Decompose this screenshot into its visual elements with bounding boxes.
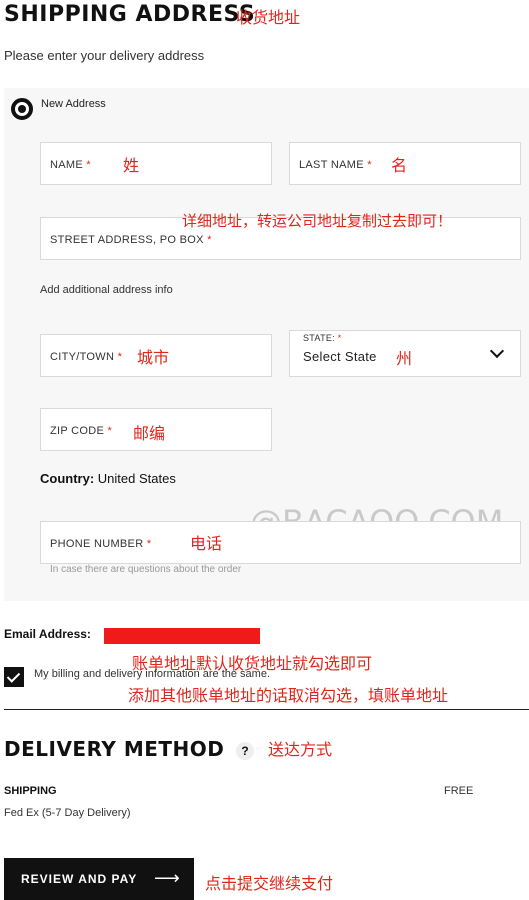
- phone-hint: In case there are questions about the or…: [50, 564, 242, 575]
- review-annotation: 点击提交继续支付: [205, 874, 334, 893]
- street-annotation: 详细地址，转运公司地址复制过去即可！: [182, 212, 453, 230]
- zip-annotation: 邮编: [133, 424, 166, 443]
- email-redaction: [104, 628, 260, 644]
- billing-same-checkbox[interactable]: [4, 667, 24, 687]
- phone-number-label: PHONE NUMBER *: [50, 538, 152, 550]
- country-value: United States: [97, 471, 176, 486]
- name-annotation: 姓: [123, 156, 140, 175]
- shipping-label: SHIPPING: [4, 785, 57, 797]
- country-row: Country: United States: [40, 471, 176, 486]
- section-divider: [4, 709, 529, 710]
- arrow-right-icon: ⟶: [154, 868, 181, 888]
- review-and-pay-label: REVIEW AND PAY: [21, 872, 138, 886]
- billing-annotation-2: 添加其他账单地址的话取消勾选，填账单地址: [128, 686, 449, 705]
- shipping-method: Fed Ex (5-7 Day Delivery): [4, 807, 131, 819]
- country-label: Country:: [40, 471, 95, 486]
- city-field[interactable]: CITY/TOWN * 城市: [40, 334, 272, 377]
- title-annotation: 收货地址: [236, 8, 301, 27]
- new-address-label: New Address: [41, 98, 106, 110]
- zip-code-label: ZIP CODE *: [50, 425, 113, 437]
- chevron-down-icon: [489, 343, 505, 359]
- phone-annotation: 电话: [190, 534, 223, 553]
- delivery-annotation: 送达方式: [268, 740, 333, 759]
- zip-code-field[interactable]: ZIP CODE * 邮编: [40, 408, 272, 451]
- billing-same-label: My billing and delivery information are …: [34, 668, 271, 680]
- state-select[interactable]: STATE: * Select State 州: [289, 330, 521, 377]
- last-name-annotation: 名: [391, 156, 408, 175]
- name-label: NAME *: [50, 159, 91, 171]
- last-name-field[interactable]: LAST NAME * 名: [289, 142, 521, 185]
- last-name-label: LAST NAME *: [299, 159, 372, 171]
- help-icon[interactable]: ?: [236, 742, 254, 760]
- add-additional-address-link[interactable]: Add additional address info: [40, 284, 173, 296]
- city-label: CITY/TOWN *: [50, 351, 123, 363]
- state-selected-value: Select State: [303, 349, 377, 364]
- state-label: STATE: *: [303, 333, 342, 343]
- shipping-price: FREE: [444, 785, 474, 797]
- delivery-method-title: DELIVERY METHOD: [4, 737, 225, 761]
- email-label: Email Address:: [4, 627, 91, 641]
- review-and-pay-button[interactable]: REVIEW AND PAY ⟶: [4, 858, 194, 900]
- page-title: SHIPPING ADDRESS: [4, 2, 256, 27]
- state-annotation: 州: [396, 349, 413, 368]
- new-address-radio[interactable]: [11, 98, 33, 120]
- page-subtitle: Please enter your delivery address: [4, 48, 205, 63]
- street-address-label: STREET ADDRESS, PO BOX *: [50, 234, 212, 246]
- phone-number-field[interactable]: PHONE NUMBER * 电话: [40, 521, 521, 564]
- city-annotation: 城市: [137, 348, 170, 367]
- name-field[interactable]: NAME * 姓: [40, 142, 272, 185]
